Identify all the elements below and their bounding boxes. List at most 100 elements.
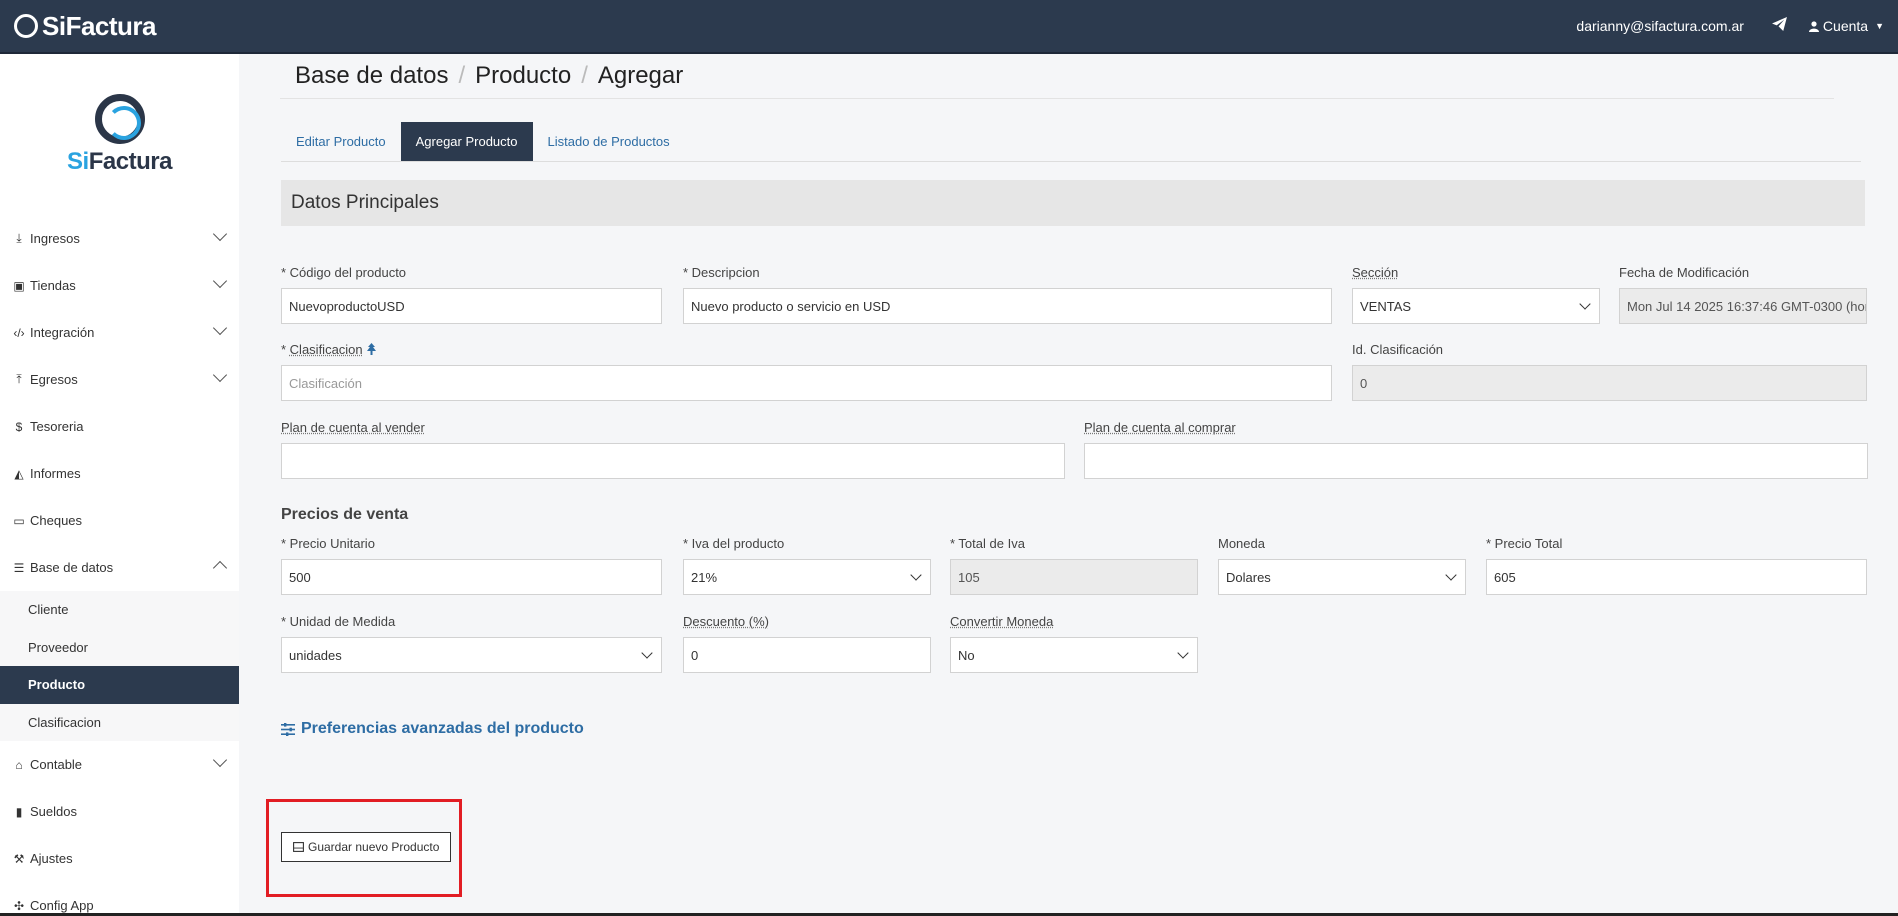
sidebar-item-label: Cheques	[30, 513, 83, 528]
select-chevron-icon	[910, 569, 922, 581]
sidebar-item-base-de-datos[interactable]: ☰ Base de datos	[0, 544, 239, 591]
convertir-field-group: Convertir Moneda No	[950, 613, 1198, 673]
unidad-label: * Unidad de Medida	[281, 614, 396, 629]
sidebar-item-label: Ajustes	[30, 851, 73, 866]
sidebar-item-contable[interactable]: ⌂ Contable	[0, 741, 239, 788]
sidebar-item-label: Egresos	[30, 372, 78, 387]
save-icon	[293, 842, 304, 852]
sidebar-subitem-clasificacion[interactable]: Clasificacion	[0, 703, 239, 741]
tree-icon[interactable]	[366, 343, 377, 355]
sidebar-item-config-app[interactable]: ✣ Config App	[0, 882, 239, 916]
select-chevron-icon	[641, 647, 653, 659]
brand-name: SiFactura	[42, 10, 157, 41]
download-icon: ⤓	[16, 231, 22, 245]
total-iva-input: 105	[950, 559, 1198, 595]
dollar-icon: $	[15, 419, 23, 434]
select-chevron-icon	[1177, 647, 1189, 659]
database-icon: ☰	[13, 560, 25, 575]
breadcrumb-divider	[280, 98, 1834, 99]
sidebar-item-label: Integración	[30, 325, 95, 340]
sidebar-logo[interactable]: SiFactura	[0, 54, 239, 215]
sidebar-item-integracion[interactable]: ‹/› Integración	[0, 309, 239, 356]
book-icon: ▮	[15, 804, 23, 819]
sidebar-subitem-cliente[interactable]: Cliente	[0, 591, 239, 629]
clasificacion-input[interactable]: Clasificación	[281, 365, 1332, 401]
breadcrumb-item[interactable]: Producto	[475, 62, 571, 90]
sidebar-item-tiendas[interactable]: ▣ Tiendas	[0, 262, 239, 309]
id-clasificacion-label: Id. Clasificación	[1352, 342, 1444, 357]
sidebar-item-egresos[interactable]: ⤒ Egresos	[0, 356, 239, 403]
moneda-field-group: Moneda Dolares	[1218, 535, 1466, 595]
convertir-label: Convertir Moneda	[950, 614, 1054, 629]
chevron-down-icon	[212, 226, 228, 242]
sidebar-item-label: Contable	[30, 757, 83, 772]
chevron-down-icon	[212, 320, 228, 336]
advanced-preferences-link[interactable]: Preferencias avanzadas del producto	[281, 720, 584, 738]
precio-unitario-input[interactable]: 500	[281, 559, 662, 595]
sidebar-item-label: Ingresos	[30, 231, 80, 246]
tab-listado-productos[interactable]: Listado de Productos	[533, 122, 685, 161]
precios-title: Precios de venta	[281, 506, 409, 523]
sidebar-subitem-proveedor[interactable]: Proveedor	[0, 628, 239, 666]
descuento-field-group: Descuento (%) 0	[683, 613, 931, 673]
plan-comprar-field-group: Plan de cuenta al comprar	[1084, 419, 1868, 479]
iva-select[interactable]: 21%	[683, 559, 931, 595]
descripcion-label: * Descripcion	[683, 265, 760, 280]
sidebar-item-label: Sueldos	[30, 804, 77, 819]
tab-editar-producto[interactable]: Editar Producto	[281, 122, 401, 161]
precio-unitario-field-group: * Precio Unitario 500	[281, 535, 662, 595]
sidebar-item-label: Tiendas	[30, 278, 76, 293]
chevron-up-icon	[212, 560, 228, 576]
upload-icon: ⤒	[16, 372, 22, 386]
plan-comprar-input[interactable]	[1084, 443, 1868, 479]
main-content: Base de datos / Producto / Agregar Edita…	[239, 54, 1898, 916]
caret-down-icon: ▼	[1875, 21, 1884, 31]
logo-text: SiFactura	[67, 147, 172, 175]
seccion-select[interactable]: VENTAS	[1352, 288, 1600, 324]
sidebar-item-ajustes[interactable]: ⚒ Ajustes	[0, 835, 239, 882]
iva-label: * Iva del producto	[683, 536, 785, 551]
plan-vender-input[interactable]	[281, 443, 1065, 479]
wrench-icon: ⚒	[13, 851, 25, 866]
precio-total-label: * Precio Total	[1486, 536, 1563, 551]
iva-field-group: * Iva del producto 21%	[683, 535, 931, 595]
plan-vender-field-group: Plan de cuenta al vender	[281, 419, 1065, 479]
plan-vender-label: Plan de cuenta al vender	[281, 420, 425, 435]
tab-bar: Editar Producto Agregar Producto Listado…	[281, 122, 685, 162]
account-label: Cuenta	[1822, 18, 1869, 34]
account-menu[interactable]: Cuenta ▼	[1808, 18, 1884, 34]
codigo-input[interactable]: NuevoproductoUSD	[281, 288, 662, 324]
area-chart-icon: ◭	[14, 466, 24, 481]
breadcrumb-item[interactable]: Base de datos	[295, 62, 448, 90]
user-email[interactable]: darianny@sifactura.com.ar	[1576, 18, 1744, 34]
brand-logo[interactable]: SiFactura	[14, 10, 157, 42]
sidebar-subitem-producto[interactable]: Producto	[0, 666, 239, 704]
credit-card-icon: ▭	[13, 513, 25, 528]
logo-icon	[94, 93, 145, 144]
sidebar-item-label: Config App	[30, 898, 94, 913]
gamepad-icon: ✣	[13, 898, 25, 913]
sidebar-item-cheques[interactable]: ▭ Cheques	[0, 497, 239, 544]
precio-total-input[interactable]: 605	[1486, 559, 1867, 595]
convertir-select[interactable]: No	[950, 637, 1198, 673]
fecha-field-group: Fecha de Modificación Mon Jul 14 2025 16…	[1619, 264, 1867, 324]
codigo-field-group: * Código del producto NuevoproductoUSD	[281, 264, 662, 324]
code-icon: ‹/›	[13, 325, 25, 340]
seccion-field-group: Sección VENTAS	[1352, 264, 1600, 324]
clasificacion-field-group: * Clasificacion Clasificación	[281, 341, 1332, 401]
sidebar-item-ingresos[interactable]: ⤓ Ingresos	[0, 215, 239, 262]
tab-agregar-producto[interactable]: Agregar Producto	[400, 122, 533, 161]
send-icon[interactable]	[1771, 17, 1787, 35]
total-iva-label: * Total de Iva	[950, 536, 1025, 551]
unidad-select[interactable]: unidades	[281, 637, 662, 673]
precio-total-field-group: * Precio Total 605	[1486, 535, 1867, 595]
bank-icon: ⌂	[15, 757, 23, 772]
sidebar-item-tesoreria[interactable]: $ Tesoreria	[0, 403, 239, 450]
save-product-button[interactable]: Guardar nuevo Producto	[281, 832, 452, 862]
sidebar-item-informes[interactable]: ◭ Informes	[0, 450, 239, 497]
sidebar-item-sueldos[interactable]: ▮ Sueldos	[0, 788, 239, 835]
descripcion-input[interactable]: Nuevo producto o servicio en USD	[683, 288, 1332, 324]
descuento-input[interactable]: 0	[683, 637, 931, 673]
moneda-select[interactable]: Dolares	[1218, 559, 1466, 595]
precio-unitario-label: * Precio Unitario	[281, 536, 375, 551]
